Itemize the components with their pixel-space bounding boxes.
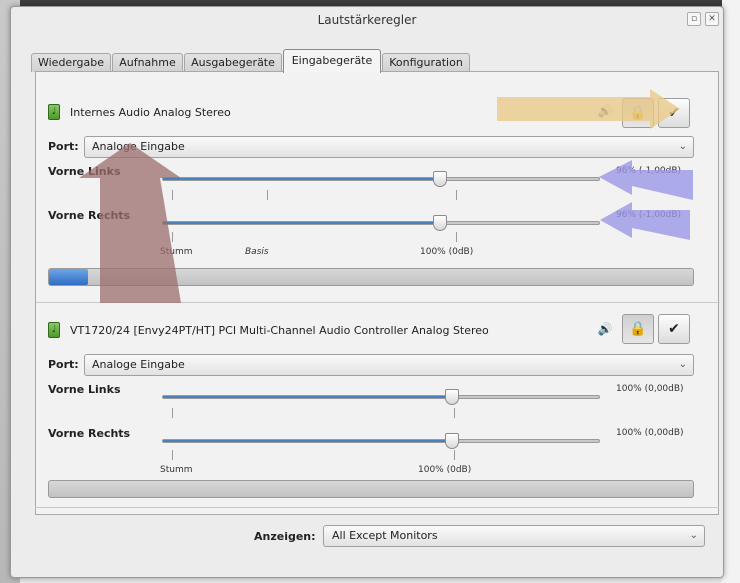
volume-control-window: Lautstärkeregler ▫ ✕ Wiedergabe Aufnahme… <box>10 6 724 578</box>
lock-channels-button[interactable]: 🔒 <box>622 314 654 344</box>
slider-handle[interactable] <box>445 433 459 449</box>
volume-slider-front-right[interactable] <box>162 439 600 443</box>
device-separator <box>36 302 720 303</box>
chevron-down-icon: ⌄ <box>689 530 698 541</box>
chevron-down-icon: ⌄ <box>678 141 687 152</box>
tick-mute <box>172 232 173 242</box>
slider-fill <box>163 178 441 180</box>
slider-fill <box>163 440 453 442</box>
microphone-icon: ♩ <box>48 322 60 338</box>
tab-wiedergabe[interactable]: Wiedergabe <box>31 53 111 72</box>
mark-base: Basis <box>245 247 269 257</box>
channel-label: Vorne Rechts <box>48 209 131 222</box>
volume-slider-front-left[interactable] <box>162 177 600 181</box>
port-value: Analoge Eingabe <box>92 358 185 371</box>
peak-meter <box>48 480 694 498</box>
volume-slider-front-right[interactable] <box>162 221 600 225</box>
minimize-icon[interactable]: ▫ <box>687 12 701 26</box>
port-select[interactable]: Analoge Eingabe ⌄ <box>84 136 694 158</box>
channel-label: Vorne Links <box>48 383 121 396</box>
checkmark-icon: ✔ <box>668 321 680 337</box>
set-default-button[interactable]: ✔ <box>658 98 690 128</box>
slider-fill <box>163 222 441 224</box>
channel-label: Vorne Rechts <box>48 427 131 440</box>
mark-mute: Stumm <box>160 247 193 257</box>
tick-full <box>456 232 457 242</box>
port-label: Port: <box>48 358 79 371</box>
mark-mute: Stumm <box>160 465 193 475</box>
tick-full <box>454 408 455 418</box>
tab-konfiguration[interactable]: Konfiguration <box>382 53 470 72</box>
show-filter-select[interactable]: All Except Monitors ⌄ <box>323 525 705 547</box>
window-title: Lautstärkeregler <box>317 13 417 27</box>
mark-full: 100% (0dB) <box>420 247 474 257</box>
tick-mute <box>172 408 173 418</box>
slider-handle[interactable] <box>433 215 447 231</box>
volume-readout: 100% (0,00dB) <box>616 428 684 438</box>
lock-icon: 🔒 <box>629 321 647 337</box>
tick-full <box>456 190 457 200</box>
set-default-button[interactable]: ✔ <box>658 314 690 344</box>
tab-aufnahme[interactable]: Aufnahme <box>112 53 183 72</box>
volume-slider-front-left[interactable] <box>162 395 600 399</box>
show-filter-value: All Except Monitors <box>332 529 438 542</box>
volume-readout: 96% (-1,00dB) <box>616 210 682 220</box>
volume-readout: 100% (0,00dB) <box>616 384 684 394</box>
input-devices-panel: ♩ Internes Audio Analog Stereo 🔊 🔒 ✔ Por… <box>35 71 720 515</box>
close-icon[interactable]: ✕ <box>705 12 719 26</box>
tick-mute <box>172 450 173 460</box>
background-window-right <box>722 0 740 583</box>
device-name: Internes Audio Analog Stereo <box>70 106 231 119</box>
tick-base <box>267 190 268 200</box>
port-value: Analoge Eingabe <box>92 140 185 153</box>
lock-icon: 🔒 <box>629 105 647 121</box>
volume-readout: 96% (-1,00dB) <box>616 166 682 176</box>
peak-meter <box>48 268 694 286</box>
channel-label: Vorne Links <box>48 165 121 178</box>
tick-full <box>454 450 455 460</box>
slider-handle[interactable] <box>433 171 447 187</box>
microphone-icon: ♩ <box>48 104 60 120</box>
meter-fill <box>49 269 88 285</box>
tab-eingabegeraete[interactable]: Eingabegeräte <box>283 49 381 73</box>
chevron-down-icon: ⌄ <box>678 359 687 370</box>
port-label: Port: <box>48 140 79 153</box>
footer-separator <box>35 507 719 508</box>
checkmark-icon: ✔ <box>668 105 680 121</box>
speaker-icon[interactable]: 🔊 <box>596 104 614 120</box>
device-name: VT1720/24 [Envy24PT/HT] PCI Multi-Channe… <box>70 324 489 337</box>
show-label: Anzeigen: <box>254 530 316 543</box>
mark-full: 100% (0dB) <box>418 465 472 475</box>
lock-channels-button[interactable]: 🔒 <box>622 98 654 128</box>
slider-handle[interactable] <box>445 389 459 405</box>
tick-mute <box>172 190 173 200</box>
tab-ausgabegeraete[interactable]: Ausgabegeräte <box>184 53 282 72</box>
port-select[interactable]: Analoge Eingabe ⌄ <box>84 354 694 376</box>
speaker-icon[interactable]: 🔊 <box>596 322 614 338</box>
slider-fill <box>163 396 453 398</box>
